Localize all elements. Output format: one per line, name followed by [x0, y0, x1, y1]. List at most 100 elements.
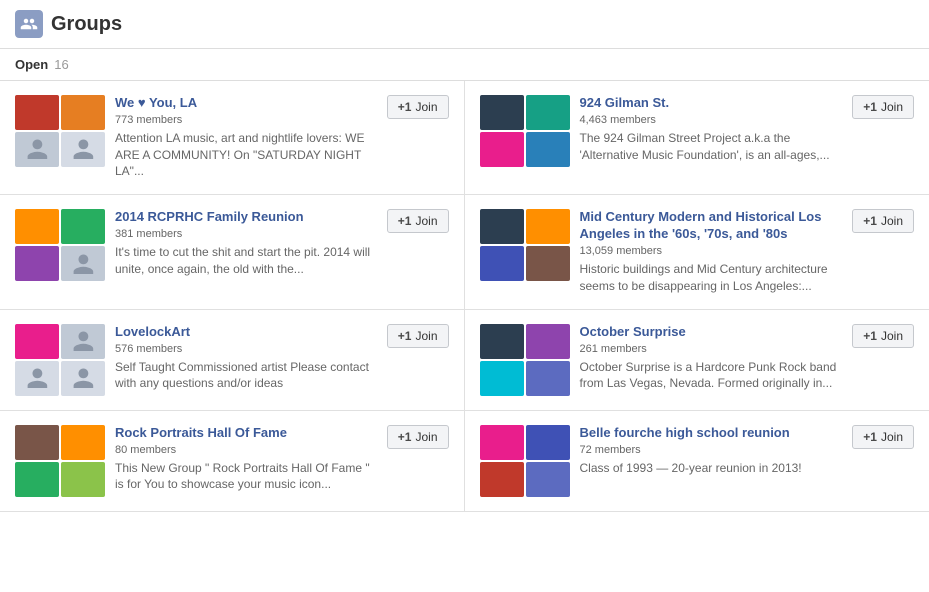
join-button[interactable]: +1 Join — [852, 209, 914, 233]
join-icon: +1 — [398, 214, 412, 228]
page-title: Groups — [51, 13, 122, 36]
group-members: 72 members — [580, 444, 843, 456]
avatar — [15, 209, 59, 244]
join-button[interactable]: +1 Join — [852, 95, 914, 119]
avatar — [61, 324, 105, 359]
join-icon: +1 — [863, 430, 877, 444]
avatar — [15, 132, 59, 167]
group-desc: Self Taught Commissioned artist Please c… — [115, 359, 377, 393]
groups-container: We ♥ You, LA 773 members Attention LA musi… — [0, 81, 929, 512]
avatar — [526, 324, 570, 359]
group-actions: +1 Join — [852, 425, 914, 449]
group-info: 2014 RCPRHC Family Reunion 381 members It'… — [115, 209, 377, 277]
avatar — [480, 324, 524, 359]
avatar — [15, 425, 59, 460]
join-icon: +1 — [863, 214, 877, 228]
group-name[interactable]: Belle fourche high school reunion — [580, 425, 843, 442]
group-actions: +1 Join — [387, 425, 449, 449]
page-header: Groups — [0, 0, 929, 49]
group-info: Rock Portraits Hall Of Fame 80 members Thi… — [115, 425, 377, 493]
avatar — [480, 209, 524, 244]
group-info: LovelockArt 576 members Self Taught Commis… — [115, 324, 377, 392]
avatar — [480, 95, 524, 130]
avatar — [526, 462, 570, 497]
join-button[interactable]: +1 Join — [852, 324, 914, 348]
section-label: Open — [15, 57, 48, 72]
section-header: Open 16 — [0, 49, 929, 80]
avatar — [15, 324, 59, 359]
group-members: 381 members — [115, 228, 377, 240]
avatar — [526, 246, 570, 281]
group-item: LovelockArt 576 members Self Taught Commis… — [0, 310, 465, 411]
group-desc: This New Group " Rock Portraits Hall Of … — [115, 460, 377, 494]
avatar — [61, 209, 105, 244]
group-avatars — [480, 324, 570, 396]
group-info: Mid Century Modern and Historical Los An… — [580, 209, 843, 294]
group-members: 80 members — [115, 444, 377, 456]
avatar — [15, 95, 59, 130]
group-actions: +1 Join — [852, 324, 914, 348]
join-icon: +1 — [863, 100, 877, 114]
group-actions: +1 Join — [387, 95, 449, 119]
avatar — [61, 95, 105, 130]
avatar — [480, 425, 524, 460]
join-button[interactable]: +1 Join — [387, 95, 449, 119]
group-item: 2014 RCPRHC Family Reunion 381 members It'… — [0, 195, 465, 309]
avatar — [15, 462, 59, 497]
group-actions: +1 Join — [387, 209, 449, 233]
group-members: 576 members — [115, 343, 377, 355]
group-name[interactable]: 2014 RCPRHC Family Reunion — [115, 209, 377, 226]
avatar — [61, 132, 105, 167]
group-desc: Attention LA music, art and nightlife lo… — [115, 130, 377, 180]
avatar — [61, 425, 105, 460]
group-info: 924 Gilman St. 4,463 members The 924 Gilma… — [580, 95, 843, 163]
group-avatars — [15, 209, 105, 281]
group-members: 773 members — [115, 114, 377, 126]
group-desc: It's time to cut the shit and start the … — [115, 244, 377, 278]
join-icon: +1 — [398, 430, 412, 444]
group-actions: +1 Join — [852, 95, 914, 119]
avatar — [480, 246, 524, 281]
join-button[interactable]: +1 Join — [387, 209, 449, 233]
group-desc: October Surprise is a Hardcore Punk Rock… — [580, 359, 843, 393]
group-info: October Surprise261 membersOctober Surpr… — [580, 324, 843, 392]
join-button[interactable]: +1 Join — [387, 324, 449, 348]
group-desc: The 924 Gilman Street Project a.k.a the … — [580, 130, 843, 164]
join-button[interactable]: +1 Join — [387, 425, 449, 449]
avatar — [15, 361, 59, 396]
group-item: Belle fourche high school reunion 72 memb… — [465, 411, 929, 512]
avatar — [480, 361, 524, 396]
avatar — [526, 132, 570, 167]
join-button[interactable]: +1 Join — [852, 425, 914, 449]
group-members: 13,059 members — [580, 245, 843, 257]
group-avatars — [15, 324, 105, 396]
join-icon: +1 — [398, 329, 412, 343]
group-item: Rock Portraits Hall Of Fame 80 members Thi… — [0, 411, 465, 512]
group-avatars — [480, 95, 570, 167]
avatar — [480, 132, 524, 167]
group-name[interactable]: LovelockArt — [115, 324, 377, 341]
group-name[interactable]: Mid Century Modern and Historical Los An… — [580, 209, 843, 243]
page-wrapper: Groups Open 16 We ♥ You, LA 773 members At… — [0, 0, 929, 592]
group-item: Mid Century Modern and Historical Los An… — [465, 195, 929, 309]
avatar — [526, 95, 570, 130]
group-avatars — [480, 425, 570, 497]
join-icon: +1 — [398, 100, 412, 114]
avatar — [480, 462, 524, 497]
group-avatars — [480, 209, 570, 281]
group-avatars — [15, 95, 105, 167]
group-avatars — [15, 425, 105, 497]
group-name[interactable]: October Surprise — [580, 324, 843, 341]
group-desc: Historic buildings and Mid Century archi… — [580, 261, 843, 295]
groups-icon — [15, 10, 43, 38]
avatar — [526, 209, 570, 244]
avatar — [61, 246, 105, 281]
section-count: 16 — [54, 57, 68, 72]
group-item: We ♥ You, LA 773 members Attention LA musi… — [0, 81, 465, 195]
group-name[interactable]: 924 Gilman St. — [580, 95, 843, 112]
group-members: 4,463 members — [580, 114, 843, 126]
group-name[interactable]: We ♥ You, LA — [115, 95, 377, 112]
group-item: October Surprise261 membersOctober Surpr… — [465, 310, 929, 411]
avatar — [526, 425, 570, 460]
group-name[interactable]: Rock Portraits Hall Of Fame — [115, 425, 377, 442]
